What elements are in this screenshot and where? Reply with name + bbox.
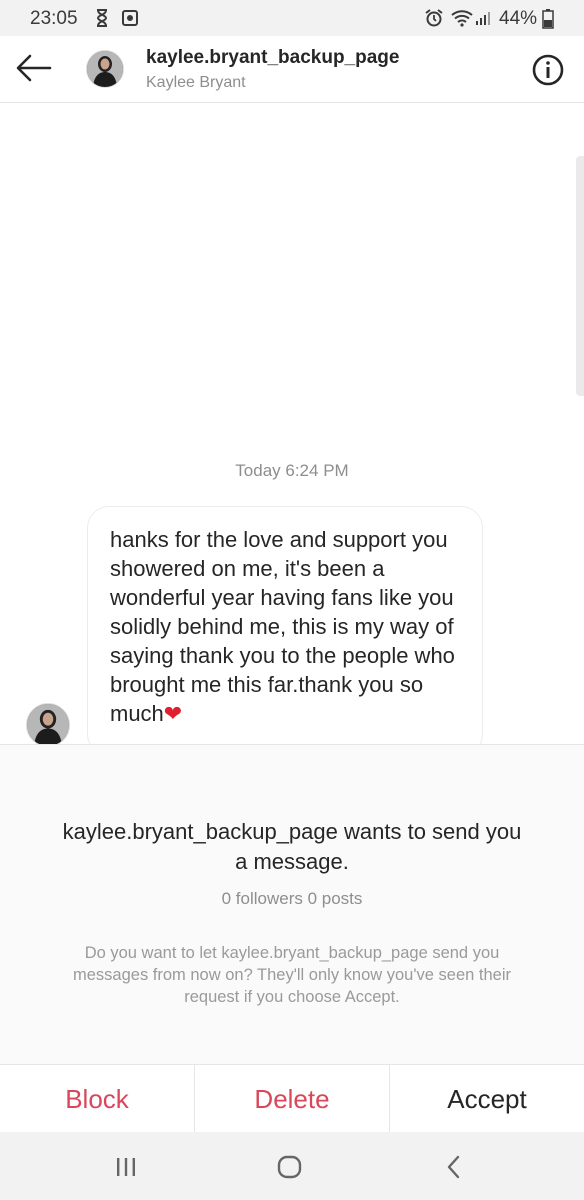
request-username: kaylee.bryant_backup_page (62, 819, 338, 844)
header-full-name: Kaylee Bryant (146, 74, 246, 91)
message-text: hanks for the love and support you showe… (110, 527, 455, 726)
app-notification-icon (122, 10, 138, 32)
status-time: 23:05 (30, 8, 78, 29)
alarm-icon (424, 9, 444, 33)
battery-percent: 44% (499, 8, 538, 29)
header-username[interactable]: kaylee.bryant_backup_page (146, 47, 399, 69)
hourglass-icon (94, 9, 110, 33)
request-actions: Block Delete Accept (0, 1064, 584, 1133)
message-request-panel: kaylee.bryant_backup_page wants to send … (0, 744, 584, 1065)
back-icon[interactable] (440, 1154, 468, 1180)
avatar[interactable] (86, 50, 124, 88)
navigation-bar (0, 1132, 584, 1200)
accept-button[interactable]: Accept (390, 1065, 584, 1133)
signal-icon (475, 10, 493, 32)
delete-button[interactable]: Delete (195, 1065, 390, 1133)
status-bar: 23:05 44% (0, 0, 584, 36)
message-bubble[interactable]: hanks for the love and support you showe… (87, 506, 483, 756)
home-icon[interactable] (276, 1154, 304, 1180)
block-button[interactable]: Block (0, 1065, 195, 1133)
battery-icon (542, 9, 554, 35)
wifi-icon (450, 9, 474, 33)
request-title: kaylee.bryant_backup_page wants to send … (60, 817, 524, 877)
sender-avatar[interactable] (26, 703, 70, 747)
request-description: Do you want to let kaylee.bryant_backup_… (73, 944, 511, 1006)
recents-icon[interactable] (112, 1154, 140, 1180)
request-stats: 0 followers 0 posts (221, 889, 363, 908)
message-timestamp: Today 6:24 PM (235, 461, 349, 480)
scroll-indicator[interactable] (576, 156, 584, 396)
info-icon[interactable] (531, 53, 565, 87)
conversation-header: kaylee.bryant_backup_page Kaylee Bryant (0, 36, 584, 103)
back-arrow-icon[interactable] (12, 50, 56, 86)
heart-emoji: ❤ (163, 701, 183, 726)
